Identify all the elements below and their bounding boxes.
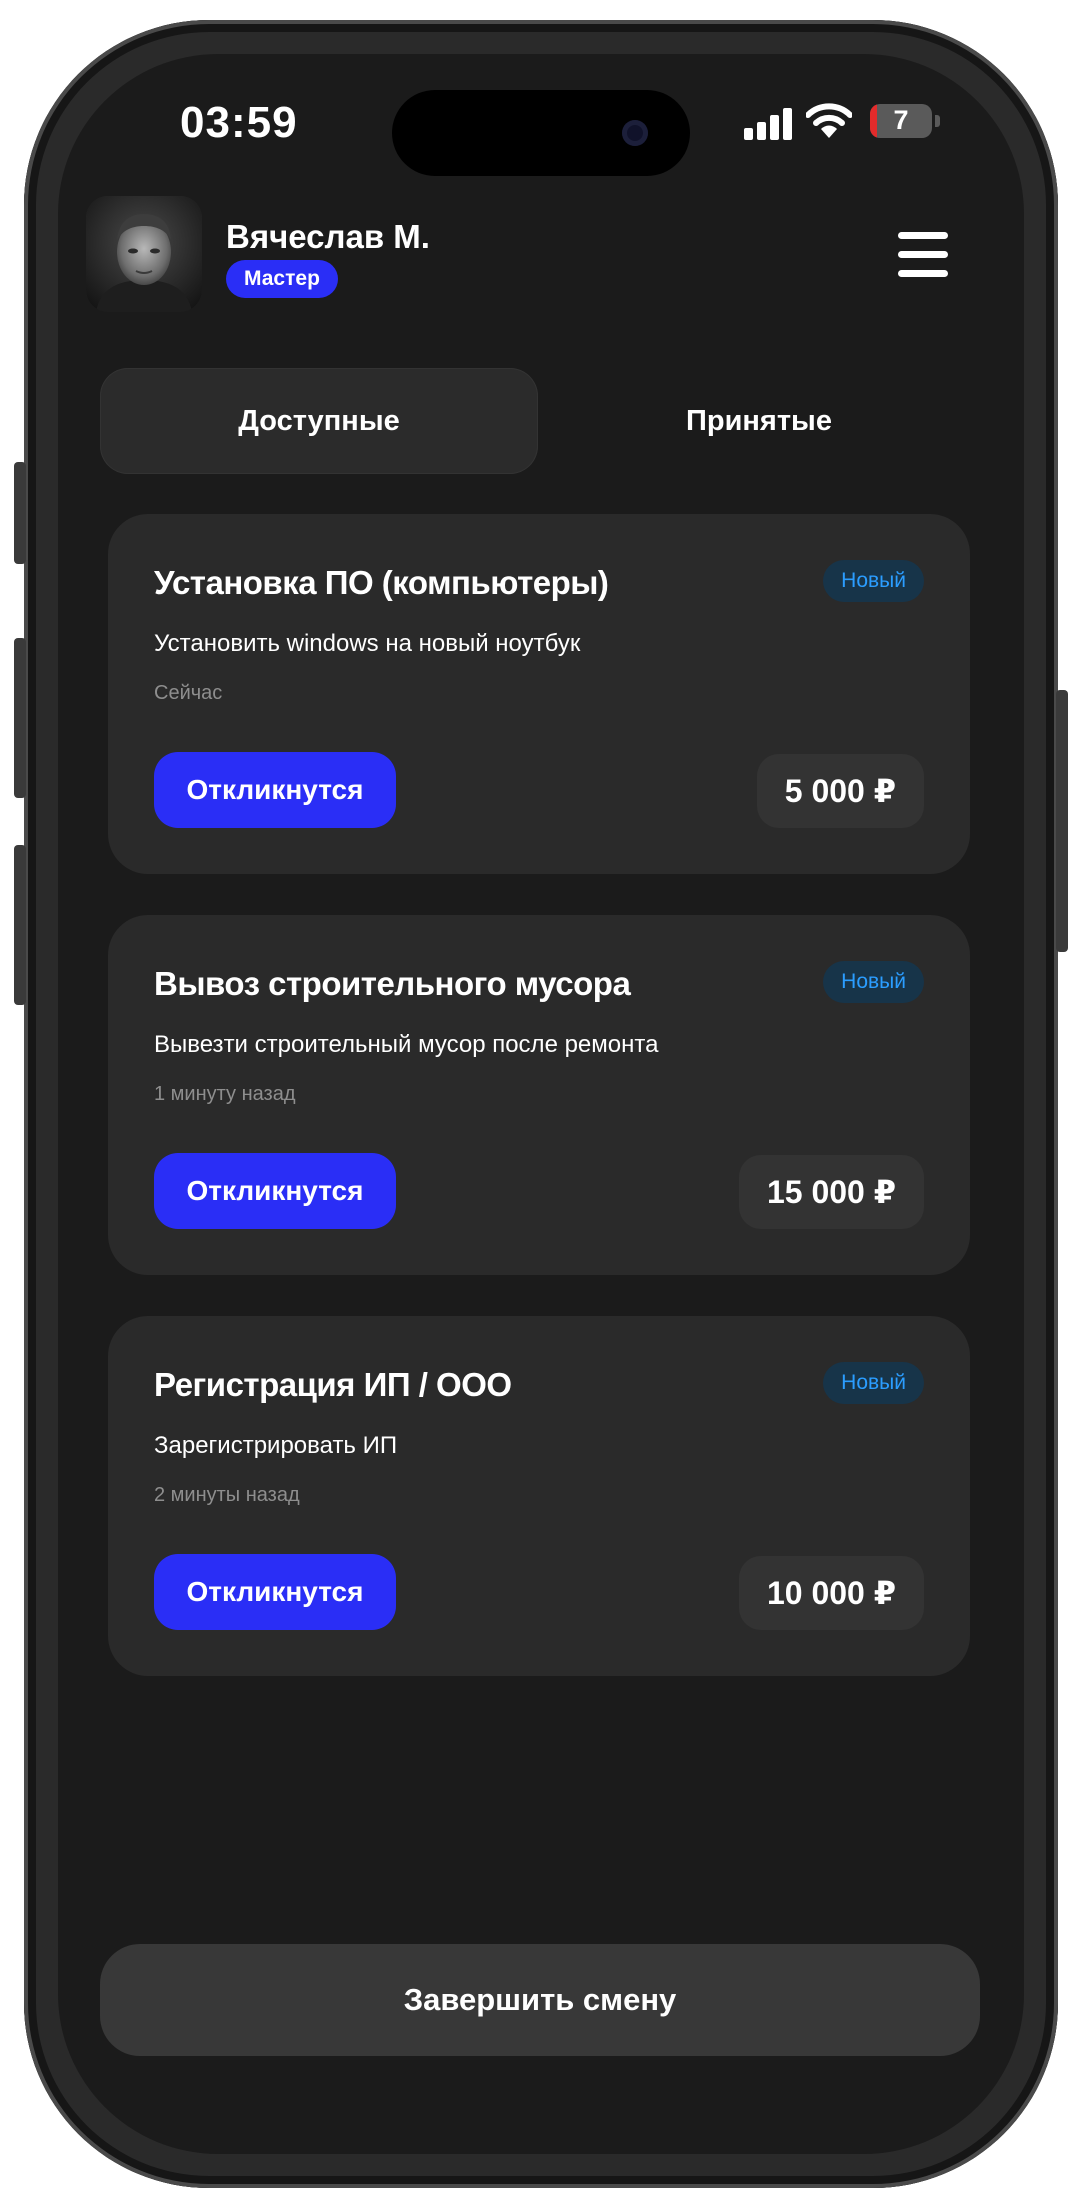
order-description: Вывезти строительный мусор после ремонта	[154, 1031, 659, 1058]
status-badge: Новый	[823, 961, 924, 1003]
respond-button[interactable]: Откликнутся	[154, 1153, 396, 1229]
dynamic-island	[392, 90, 690, 176]
respond-button[interactable]: Откликнутся	[154, 1554, 396, 1630]
signal-icon	[744, 108, 794, 140]
order-price: 5 000 ₽	[756, 754, 924, 828]
tab-accepted[interactable]: Принятые	[540, 368, 978, 474]
avatar-photo	[86, 196, 202, 312]
volume-up-button	[14, 638, 26, 798]
silent-switch	[14, 462, 26, 564]
order-price: 10 000 ₽	[738, 1556, 924, 1630]
order-card: Установка ПО (компьютеры) Новый Установи…	[108, 514, 970, 874]
order-time: Сейчас	[154, 682, 223, 704]
power-button	[1056, 690, 1068, 952]
order-time: 1 минуту назад	[154, 1083, 296, 1105]
role-badge: Мастер	[226, 260, 338, 298]
battery-tip	[935, 115, 940, 127]
volume-down-button	[14, 845, 26, 1005]
avatar[interactable]	[86, 196, 202, 312]
status-time: 03:59	[180, 98, 298, 147]
end-shift-button[interactable]: Завершить смену	[100, 1944, 980, 2056]
battery-level: 7	[893, 105, 909, 135]
order-description: Установить windows на новый ноутбук	[154, 630, 581, 657]
order-title: Регистрация ИП / ООО	[154, 1366, 512, 1403]
menu-icon[interactable]	[898, 232, 948, 278]
wifi-icon	[806, 103, 852, 138]
order-card: Регистрация ИП / ООО Новый Зарегистриров…	[108, 1316, 970, 1676]
user-name: Вячеслав М.	[226, 218, 430, 255]
order-time: 2 минуты назад	[154, 1484, 300, 1506]
order-title: Установка ПО (компьютеры)	[154, 564, 609, 601]
status-badge: Новый	[823, 560, 924, 602]
order-title: Вывоз строительного мусора	[154, 965, 631, 1002]
respond-button[interactable]: Откликнутся	[154, 752, 396, 828]
order-card: Вывоз строительного мусора Новый Вывезти…	[108, 915, 970, 1275]
tab-available[interactable]: Доступные	[100, 368, 538, 474]
app-screen: 03:59 7 Вячеслав М. Мастер Доступные При…	[58, 54, 1024, 2154]
order-description: Зарегистрировать ИП	[154, 1432, 398, 1459]
order-price: 15 000 ₽	[738, 1155, 924, 1229]
battery-icon: 7	[870, 104, 932, 138]
front-camera-icon	[622, 120, 648, 146]
status-badge: Новый	[823, 1362, 924, 1404]
